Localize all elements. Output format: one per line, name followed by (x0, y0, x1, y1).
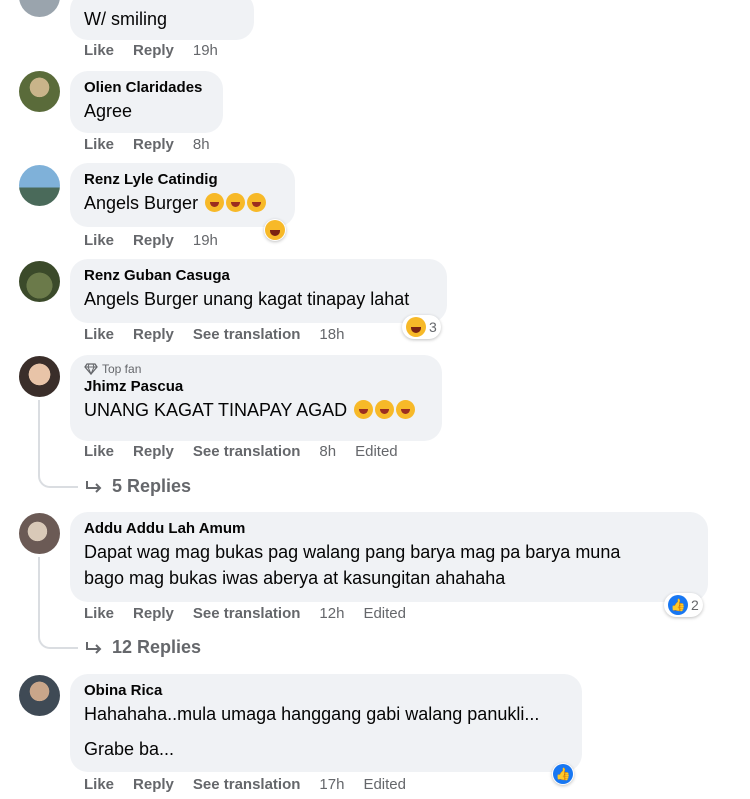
timestamp[interactable]: 8h (193, 136, 210, 153)
comment-actions: Like Reply See translation 12h Edited (84, 605, 406, 622)
comment-actions: Like Reply 8h (84, 136, 210, 153)
commenter-name[interactable]: Addu Addu Lah Amum (84, 519, 694, 539)
like-button[interactable]: Like (84, 326, 114, 343)
comment-bubble: Top fan Jhimz Pascua UNANG KAGAT TINAPAY… (70, 355, 442, 441)
like-button[interactable]: Like (84, 443, 114, 460)
reply-button[interactable]: Reply (133, 776, 174, 793)
comment-text-line: Grabe ba... (84, 739, 175, 759)
timestamp[interactable]: 12h (319, 605, 344, 622)
comment-bubble: W/ smiling (70, 0, 254, 40)
laughing-emoji-icon (247, 193, 267, 212)
replies-count: 5 Replies (112, 476, 192, 496)
comment-text-line: Dapat wag mag bukas pag walang pang bary… (84, 542, 621, 562)
commenter-name[interactable]: Renz Lyle Catindig (84, 170, 281, 190)
shocked-emoji-icon (354, 400, 374, 419)
edited-label: Edited (363, 605, 406, 622)
reply-button[interactable]: Reply (133, 136, 174, 153)
replies-count: 12 Replies (112, 637, 202, 657)
reaction-badge[interactable] (264, 219, 286, 241)
timestamp[interactable]: 17h (319, 776, 344, 793)
view-replies-button[interactable]: 12 Replies (84, 637, 201, 658)
top-fan-badge: Top fan (84, 361, 428, 377)
commenter-name[interactable]: Obina Rica (84, 681, 568, 701)
shocked-emoji-icon (375, 400, 395, 419)
comment-bubble: Renz Guban Casuga Angels Burger unang ka… (70, 259, 447, 323)
view-replies-button[interactable]: 5 Replies (84, 476, 191, 497)
laughing-emoji-icon (205, 193, 225, 212)
reply-button[interactable]: Reply (133, 42, 174, 59)
reply-button[interactable]: Reply (133, 232, 174, 249)
edited-label: Edited (355, 443, 398, 460)
like-reaction-icon: 👍 (553, 764, 573, 784)
edited-label: Edited (363, 776, 406, 793)
like-button[interactable]: Like (84, 776, 114, 793)
see-translation-button[interactable]: See translation (193, 776, 301, 793)
see-translation-button[interactable]: See translation (193, 605, 301, 622)
avatar[interactable] (19, 513, 60, 554)
diamond-icon (84, 363, 98, 375)
avatar[interactable] (19, 0, 60, 17)
comment-text-line: Hahahaha..mula umaga hanggang gabi walan… (84, 704, 540, 724)
like-button[interactable]: Like (84, 605, 114, 622)
reply-button[interactable]: Reply (133, 326, 174, 343)
comment-text-line: bago mag bukas iwas aberya at kasungitan… (84, 568, 506, 588)
reply-arrow-icon (86, 641, 102, 654)
comment-text: Agree (84, 101, 133, 121)
reply-button[interactable]: Reply (133, 443, 174, 460)
avatar[interactable] (19, 71, 60, 112)
timestamp[interactable]: 8h (319, 443, 336, 460)
comment-bubble: Addu Addu Lah Amum Dapat wag mag bukas p… (70, 512, 708, 602)
see-translation-button[interactable]: See translation (193, 443, 301, 460)
comment-actions: Like Reply See translation 8h Edited (84, 443, 398, 460)
like-reaction-icon: 👍 (668, 595, 688, 615)
comment-text: W/ smiling (84, 9, 168, 29)
reaction-count: 3 (429, 319, 437, 335)
avatar[interactable] (19, 165, 60, 206)
reaction-badge[interactable]: 👍 (552, 763, 574, 785)
comment-actions: Like Reply 19h (84, 42, 218, 59)
comment-bubble: Renz Lyle Catindig Angels Burger (70, 163, 295, 227)
comment-text: Angels Burger (84, 190, 281, 216)
comment-text: UNANG KAGAT TINAPAY AGAD (84, 397, 428, 423)
comment-text-value: UNANG KAGAT TINAPAY AGAD (84, 400, 348, 420)
commenter-name[interactable]: Olien Claridades (84, 78, 209, 98)
see-translation-button[interactable]: See translation (193, 326, 301, 343)
reaction-badge[interactable]: 3 (402, 315, 441, 339)
avatar[interactable] (19, 356, 60, 397)
reaction-count: 2 (691, 597, 699, 613)
top-fan-label: Top fan (102, 362, 142, 376)
laughing-emoji-icon (226, 193, 246, 212)
reply-button[interactable]: Reply (133, 605, 174, 622)
like-button[interactable]: Like (84, 136, 114, 153)
timestamp[interactable]: 19h (193, 232, 218, 249)
timestamp[interactable]: 19h (193, 42, 218, 59)
haha-reaction-icon (406, 317, 426, 337)
shocked-emoji-icon (396, 400, 416, 419)
haha-reaction-icon (265, 220, 285, 240)
avatar[interactable] (19, 675, 60, 716)
commenter-name[interactable]: Renz Guban Casuga (84, 266, 433, 286)
comment-text-value: Angels Burger (84, 193, 199, 213)
reaction-badge[interactable]: 👍 2 (664, 593, 703, 617)
comment-text: Angels Burger unang kagat tinapay lahat (84, 289, 410, 309)
timestamp[interactable]: 18h (319, 326, 344, 343)
comment-actions: Like Reply See translation 18h (84, 326, 344, 343)
comment-bubble: Olien Claridades Agree (70, 71, 223, 133)
comment-actions: Like Reply See translation 17h Edited (84, 776, 406, 793)
like-button[interactable]: Like (84, 232, 114, 249)
comment-bubble: Obina Rica Hahahaha..mula umaga hanggang… (70, 674, 582, 772)
commenter-name[interactable]: Jhimz Pascua (84, 377, 428, 397)
avatar[interactable] (19, 261, 60, 302)
reply-arrow-icon (86, 480, 102, 493)
like-button[interactable]: Like (84, 42, 114, 59)
comment-actions: Like Reply 19h (84, 232, 218, 249)
